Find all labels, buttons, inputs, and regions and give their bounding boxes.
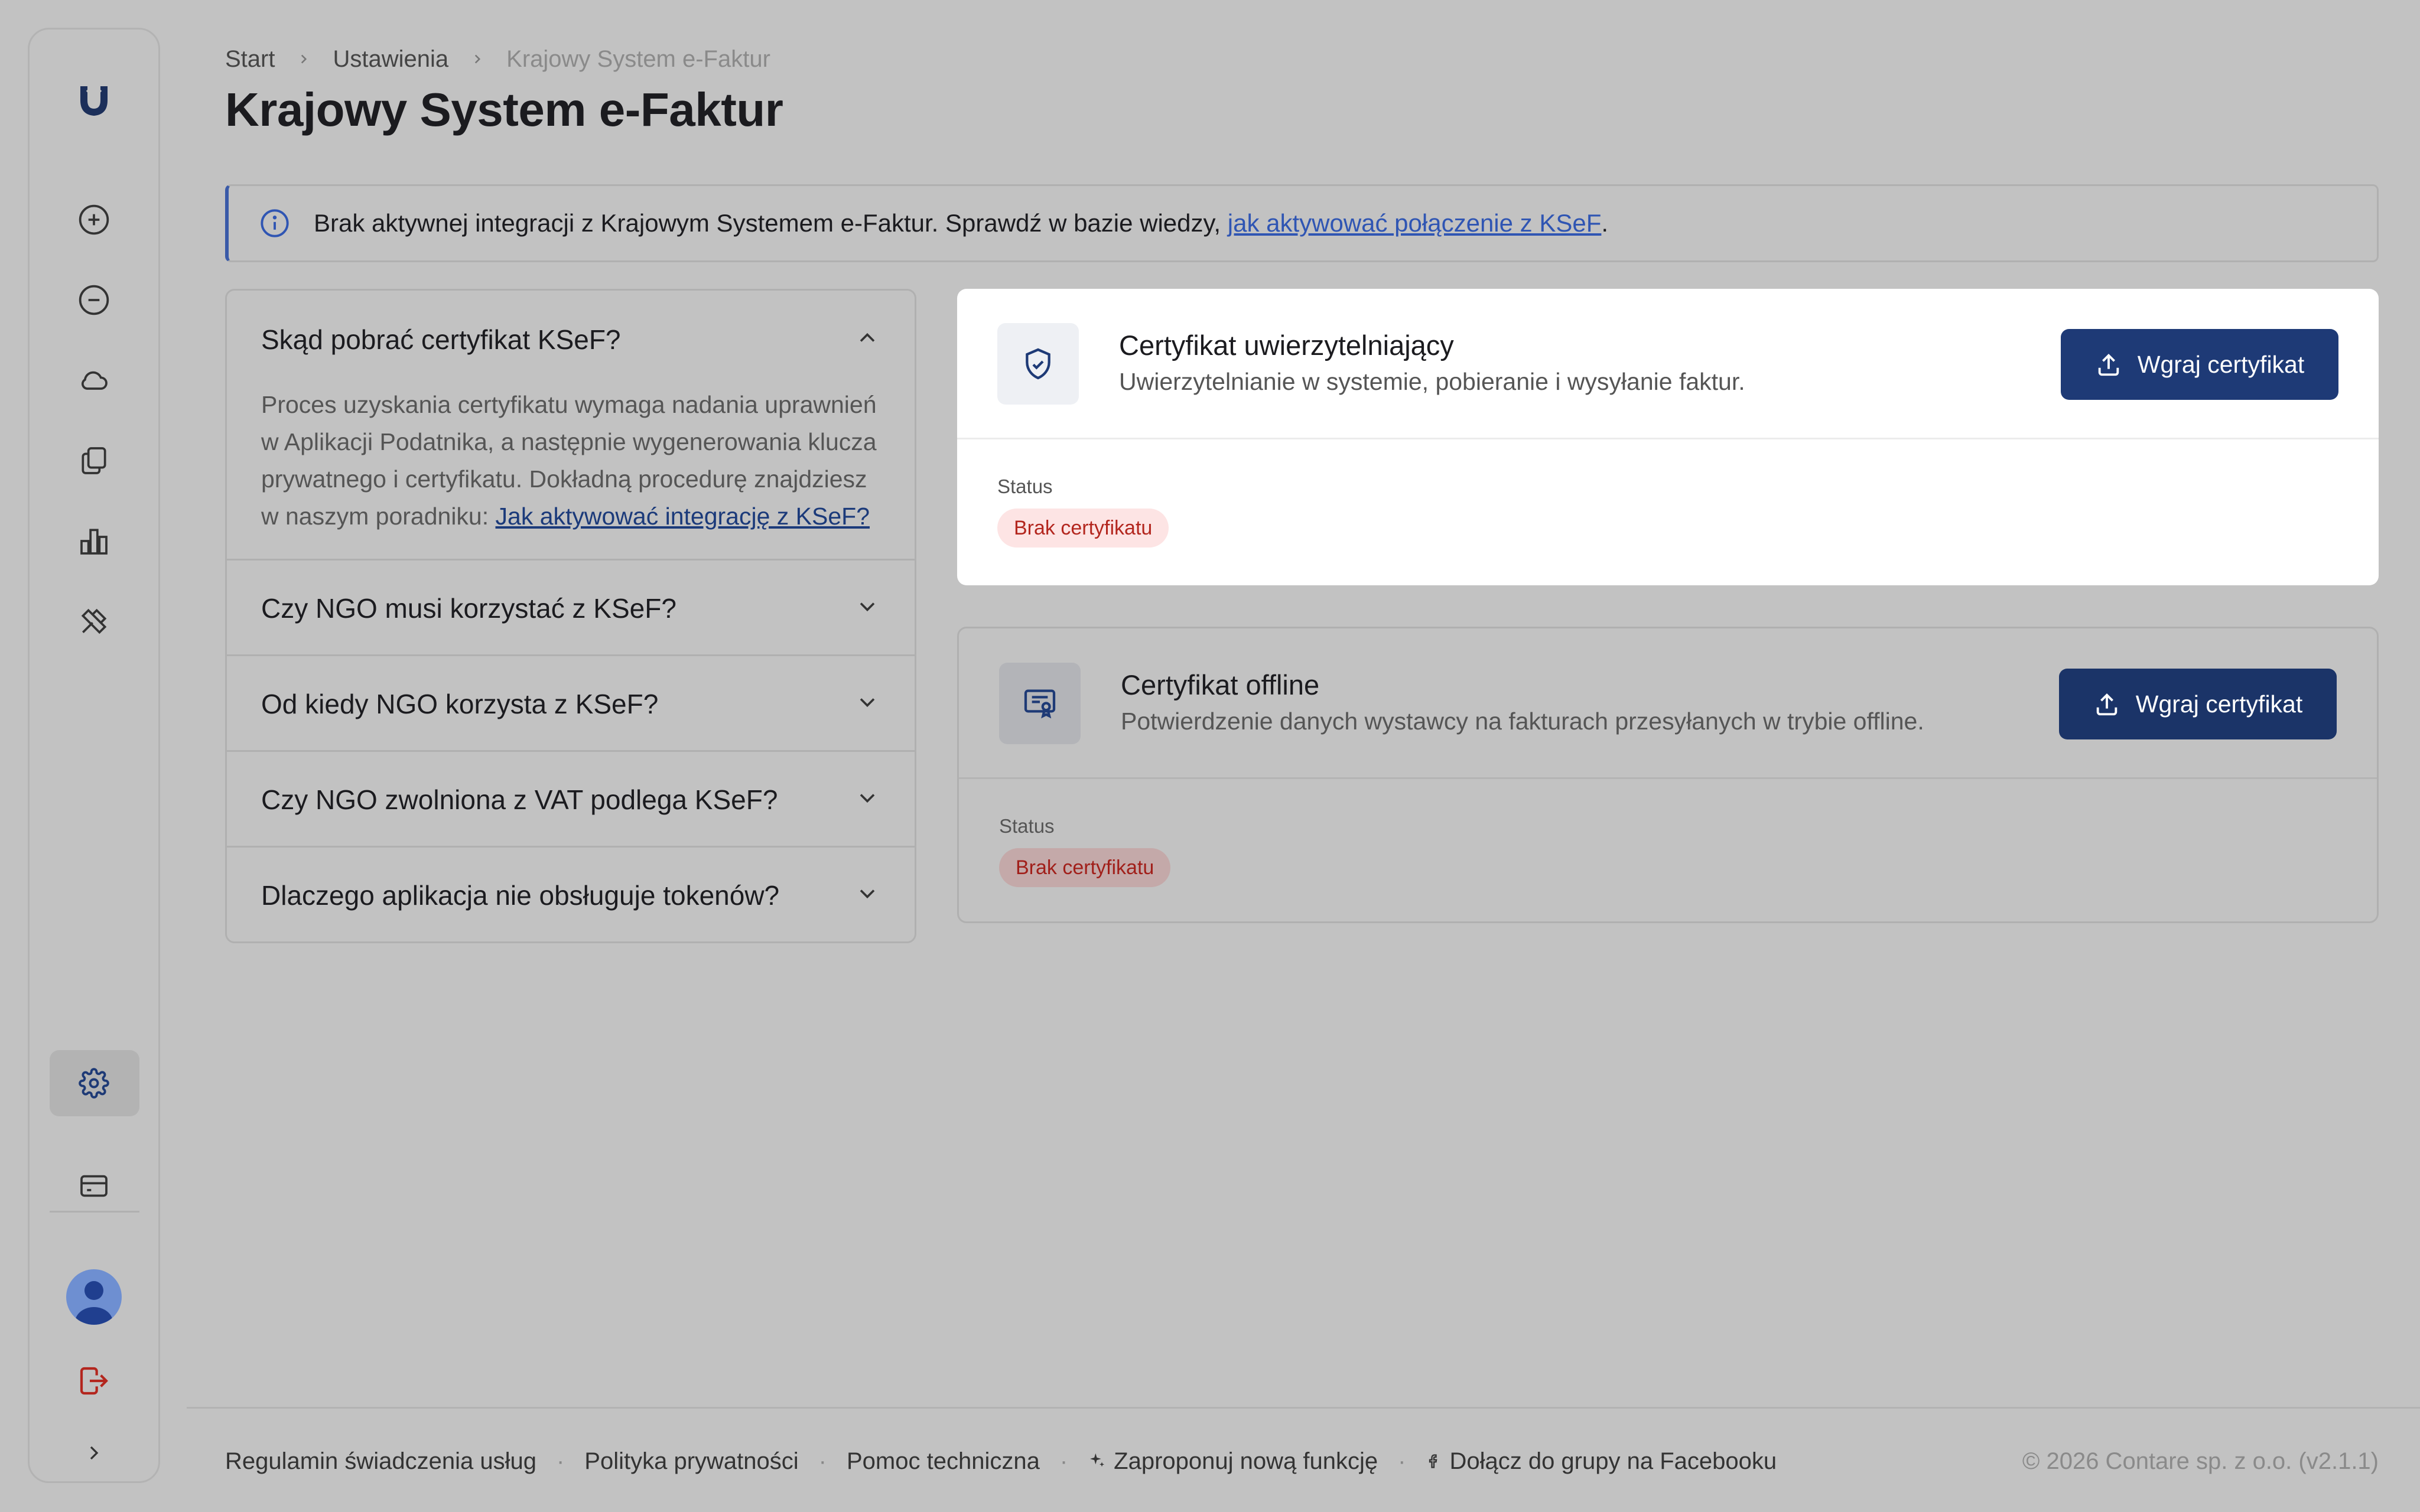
facebook-icon: [1429, 1454, 1437, 1468]
upload-icon: [2098, 353, 2119, 376]
banner-suffix: .: [1601, 209, 1609, 237]
expand-sidebar-button[interactable]: [30, 1429, 158, 1477]
faq-question: Od kiedy NGO korzysta z KSeF?: [261, 689, 659, 719]
bar-chart-icon: [80, 529, 108, 555]
faq-item-expanded: Skąd pobrać certyfikat KSeF? Proces uzys…: [227, 291, 915, 561]
faq-item[interactable]: Czy NGO zwolniona z VAT podlega KSeF?: [227, 752, 915, 848]
card-header: Certyfikat offline Potwierdzenie danych …: [959, 628, 2377, 777]
chevron-right-icon: [470, 51, 485, 67]
faq-item[interactable]: Od kiedy NGO korzysta z KSeF?: [227, 656, 915, 752]
footer-separator: ·: [1398, 1448, 1406, 1474]
tools-icon: [81, 608, 107, 634]
footer-separator: ·: [556, 1448, 565, 1474]
footer-separator: ·: [818, 1448, 827, 1474]
upload-certificate-button[interactable]: Wgraj certyfikat: [2061, 329, 2338, 400]
upload-button-label: Wgraj certyfikat: [2137, 350, 2305, 378]
page-title: Krajowy System e-Faktur: [225, 83, 783, 136]
documents-icon: [82, 447, 106, 474]
chevron-right-icon: [90, 1446, 99, 1460]
chevron-down-icon: [854, 594, 880, 623]
banner-text: Brak aktywnej integracji z Krajowym Syst…: [314, 209, 1228, 237]
footer-separator: ·: [1059, 1448, 1068, 1474]
faq-question: Czy NGO musi korzystać z KSeF?: [261, 593, 676, 624]
sidebar-item-documents[interactable]: [30, 437, 158, 484]
chevron-right-icon: [296, 51, 311, 67]
card-title: Certyfikat uwierzytelniający: [1119, 330, 1454, 361]
status-label: Status: [997, 475, 1053, 497]
card-divider: [957, 438, 2379, 439]
info-icon: [259, 208, 290, 239]
footer-link-feature[interactable]: Zaproponuj nową funkcję: [1088, 1448, 1378, 1475]
chevron-down-icon: [854, 689, 880, 718]
logo-icon: [80, 86, 108, 116]
upload-certificate-button[interactable]: Wgraj certyfikat: [2059, 669, 2337, 739]
footer-link-terms[interactable]: Regulamin świadczenia usług: [225, 1448, 536, 1475]
footer-link-support[interactable]: Pomoc techniczna: [847, 1448, 1040, 1475]
faq-question: Dlaczego aplikacja nie obsługuje tokenów…: [261, 880, 780, 911]
status-label: Status: [999, 815, 1055, 837]
cloud-icon: [81, 371, 108, 390]
sparkle-icon: [1090, 1453, 1105, 1467]
sidebar-divider: [50, 1211, 139, 1213]
card-divider: [959, 777, 2377, 779]
breadcrumb-start[interactable]: Start: [225, 46, 275, 73]
status-badge: Brak certyfikatu: [997, 509, 1169, 548]
sidebar-item-income[interactable]: [30, 196, 158, 243]
faq-question: Skąd pobrać certyfikat KSeF?: [261, 324, 621, 355]
footer-link-facebook-label: Dołącz do grupy na Facebooku: [1449, 1448, 1777, 1474]
footer-link-privacy[interactable]: Polityka prywatności: [584, 1448, 798, 1475]
card-description: Uwierzytelnianie w systemie, pobieranie …: [1119, 368, 1745, 395]
avatar-icon: [66, 1269, 122, 1325]
faq-answer: Proces uzyskania certyfikatu wymaga nada…: [261, 386, 880, 535]
chevron-down-icon: [854, 785, 880, 814]
app-logo[interactable]: [30, 77, 158, 125]
footer-link-feature-label: Zaproponuj nową funkcję: [1114, 1448, 1378, 1474]
card-header: Certyfikat uwierzytelniający Uwierzyteln…: [957, 289, 2379, 438]
upload-button-label: Wgraj certyfikat: [2135, 690, 2303, 718]
breadcrumb-current: Krajowy System e-Faktur: [506, 45, 770, 72]
faq-item[interactable]: Dlaczego aplikacja nie obsługuje tokenów…: [227, 848, 915, 941]
user-avatar[interactable]: [30, 1269, 158, 1325]
copyright: © 2026 Contare sp. z o.o. (v2.1.1): [2022, 1448, 2379, 1474]
upload-icon: [2096, 693, 2117, 716]
banner-link[interactable]: jak aktywować połączenie z KSeF: [1228, 209, 1602, 237]
faq-accordion: Skąd pobrać certyfikat KSeF? Proces uzys…: [225, 289, 916, 943]
logout-icon: [80, 1367, 108, 1395]
status-badge: Brak certyfikatu: [999, 848, 1171, 887]
minus-circle-icon: [79, 285, 109, 315]
breadcrumb: Start Ustawienia Krajowy System e-Faktur: [225, 43, 770, 76]
logout-button[interactable]: [30, 1357, 158, 1405]
sidebar-item-settings[interactable]: [30, 1060, 158, 1107]
offline-certificate-card: Certyfikat offline Potwierdzenie danych …: [957, 627, 2379, 923]
info-banner: Brak aktywnej integracji z Krajowym Syst…: [225, 184, 2379, 262]
sidebar-item-cloud[interactable]: [30, 357, 158, 404]
footer-links: Regulamin świadczenia usług · Polityka p…: [225, 1443, 1777, 1479]
sidebar: [28, 28, 160, 1483]
certificate-icon: [999, 663, 1081, 744]
card-description: Potwierdzenie danych wystawcy na faktura…: [1121, 708, 1924, 735]
credit-card-icon: [80, 1175, 108, 1197]
faq-answer-link[interactable]: Jak aktywować integrację z KSeF?: [496, 503, 870, 530]
faq-item[interactable]: Czy NGO musi korzystać z KSeF?: [227, 561, 915, 656]
faq-question-toggle[interactable]: Skąd pobrać certyfikat KSeF?: [227, 291, 915, 386]
faq-question: Czy NGO zwolniona z VAT podlega KSeF?: [261, 784, 778, 815]
sidebar-item-expenses[interactable]: [30, 276, 158, 324]
card-title: Certyfikat offline: [1121, 669, 1320, 700]
footer-link-facebook[interactable]: Dołącz do grupy na Facebooku: [1426, 1448, 1777, 1475]
footer-divider: [187, 1407, 2420, 1409]
shield-check-icon: [997, 323, 1079, 405]
breadcrumb-settings[interactable]: Ustawienia: [333, 46, 448, 73]
plus-circle-icon: [79, 204, 109, 235]
sidebar-item-billing[interactable]: [30, 1162, 158, 1210]
chevron-up-icon: [854, 325, 880, 354]
chevron-down-icon: [854, 881, 880, 910]
gear-icon: [79, 1068, 109, 1099]
sidebar-item-tools[interactable]: [30, 598, 158, 645]
sidebar-item-reports[interactable]: [30, 517, 158, 565]
auth-certificate-card: Certyfikat uwierzytelniający Uwierzyteln…: [957, 289, 2379, 585]
